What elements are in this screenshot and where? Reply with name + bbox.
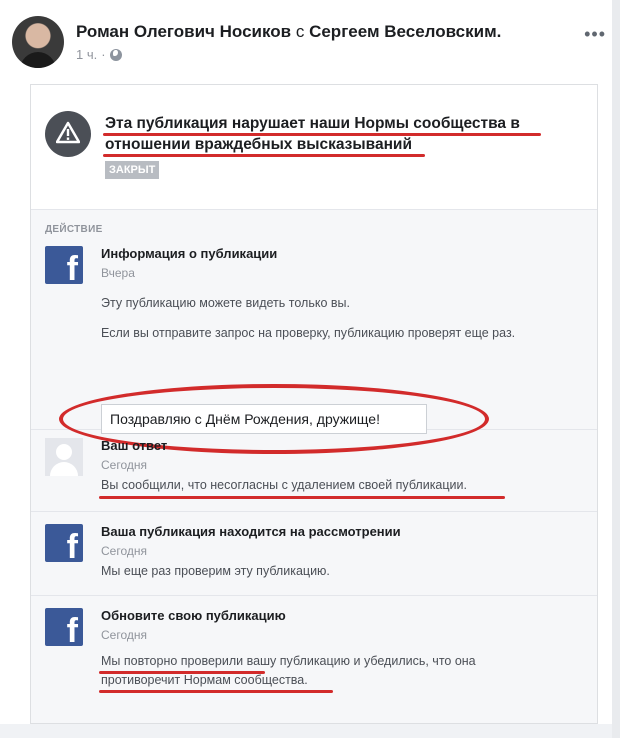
post-header: Роман Олегович Носиков с Сергеем Веселов… (12, 16, 608, 72)
violation-card: Эта публикация нарушает наши Нормы сообщ… (30, 84, 598, 724)
item-title: Информация о публикации (101, 246, 278, 261)
facebook-logo-icon: f (45, 246, 83, 286)
annotation-underline (99, 496, 505, 499)
facebook-logo-icon: f (45, 524, 83, 564)
violation-banner: Эта публикация нарушает наши Нормы сообщ… (31, 85, 597, 209)
page-edge (612, 0, 620, 738)
item-text: Мы еще раз проверим эту публикацию. (101, 564, 330, 578)
facebook-logo-icon: f (45, 608, 83, 648)
author-line: Роман Олегович Носиков с Сергеем Веселов… (76, 22, 501, 42)
action-item: f Ваша публикация находится на рассмотре… (31, 512, 597, 596)
annotation-underline (103, 133, 541, 136)
tagged-person[interactable]: Сергеем Веселовским. (309, 22, 501, 41)
item-time: Вчера (101, 266, 135, 280)
author-avatar[interactable] (12, 16, 64, 68)
item-text: Эту публикацию можете видеть только вы. (101, 296, 350, 310)
action-item: Ваш ответ Сегодня Вы сообщили, что несог… (31, 430, 597, 512)
status-badge: ЗАКРЫТ (105, 161, 160, 179)
action-section: ДЕЙСТВИЕ f Информация о публикации Вчера… (31, 209, 597, 723)
item-time: Сегодня (101, 628, 147, 642)
action-item: f Обновите свою публикацию Сегодня Мы по… (31, 596, 597, 722)
post-time[interactable]: 1 ч. (76, 47, 97, 62)
annotation-underline (99, 690, 333, 693)
item-title: Ваша публикация находится на рассмотрени… (101, 524, 401, 539)
action-item: f Информация о публикации Вчера Эту публ… (31, 240, 597, 454)
section-heading: ДЕЙСТВИЕ (45, 224, 103, 235)
globe-icon (109, 48, 122, 61)
page-bottom (0, 724, 612, 738)
item-text: Если вы отправите запрос на проверку, пу… (101, 326, 516, 340)
with-word: с (295, 22, 305, 41)
author-name[interactable]: Роман Олегович Носиков (76, 22, 291, 41)
item-title: Ваш ответ (101, 438, 168, 453)
annotation-underline (99, 671, 265, 674)
post-meta: 1 ч. · (76, 47, 122, 62)
annotation-underline (103, 154, 425, 157)
warning-icon (45, 111, 91, 157)
item-text: Вы сообщили, что несогласны с удалением … (101, 478, 467, 492)
more-dots-icon[interactable]: ••• (584, 24, 606, 45)
item-title: Обновите свою публикацию (101, 608, 286, 623)
item-time: Сегодня (101, 458, 147, 472)
post-container: Роман Олегович Носиков с Сергеем Веселов… (0, 0, 620, 738)
user-placeholder-icon (45, 438, 83, 476)
item-time: Сегодня (101, 544, 147, 558)
